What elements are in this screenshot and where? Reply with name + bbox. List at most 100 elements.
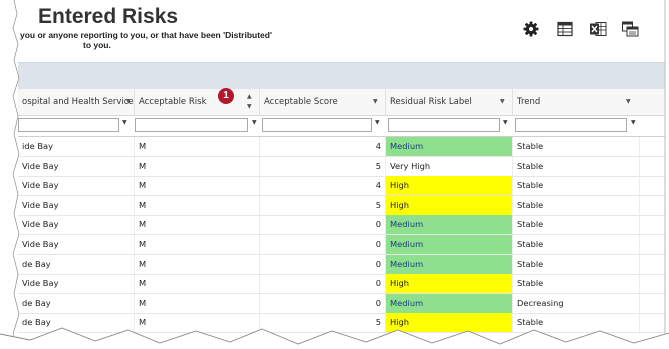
filter-dropdown-icon[interactable]: ▼: [631, 119, 636, 126]
cell-residual-risk-label: High: [386, 313, 513, 333]
cell-acceptable-score: 0: [260, 235, 386, 254]
cell-residual-risk-label: High: [386, 274, 513, 294]
filter-input-hospital-service[interactable]: [18, 118, 119, 132]
column-header-residual-risk-label[interactable]: Residual Risk Label ▼: [386, 89, 513, 115]
filter-input-residual-risk-label[interactable]: [388, 118, 500, 132]
cell-residual-risk-label: Medium: [386, 137, 513, 156]
column-header-label: Acceptable Risk: [139, 97, 207, 107]
filter-input-trend[interactable]: [515, 118, 627, 132]
table-row[interactable]: Vide Bay M 5 Very High Stable: [18, 156, 665, 177]
cell-acceptable-risk: M: [135, 156, 260, 176]
cell-acceptable-risk: M: [135, 235, 260, 254]
cell-acceptable-risk: M: [135, 254, 260, 274]
column-header-hospital-service[interactable]: ospital and Health Service ▼: [18, 89, 135, 115]
column-menu-icon[interactable]: ▼: [500, 89, 505, 115]
cell-trend: Stable: [513, 254, 640, 274]
cell-hospital-service: Vide Bay: [18, 215, 135, 235]
cell-acceptable-risk: M: [135, 274, 260, 294]
cell-trend: Stable: [513, 176, 640, 196]
page-title: Entered Risks: [38, 5, 179, 28]
column-header-label: Acceptable Score: [264, 97, 338, 107]
cell-trend: Stable: [513, 274, 640, 294]
cell-acceptable-risk: M: [135, 195, 260, 215]
filter-dropdown-icon[interactable]: ▼: [252, 119, 257, 126]
cell-hospital-service: Vide Bay: [18, 156, 135, 176]
table-row[interactable]: Vide Bay M 4 High Stable: [18, 176, 665, 197]
cell-residual-risk-label: High: [386, 176, 513, 196]
cell-acceptable-risk: M: [135, 293, 260, 313]
table-row[interactable]: ide Bay M 4 Medium Stable: [18, 137, 665, 157]
settings-button[interactable]: [521, 19, 541, 39]
filter-dropdown-icon[interactable]: ▼: [122, 119, 127, 126]
sort-arrow-icon[interactable]: ▼: [126, 89, 131, 115]
entered-risks-panel: Entered Risks you or anyone reporting to…: [0, 0, 669, 349]
filter-input-acceptable-score[interactable]: [262, 118, 372, 132]
cell-acceptable-score: 4: [260, 137, 386, 156]
cell-hospital-service: ide Bay: [18, 137, 135, 156]
column-header-trend[interactable]: Trend ▼: [513, 89, 640, 115]
table-row[interactable]: de Bay M 5 High Stable: [18, 313, 665, 334]
cell-acceptable-score: 5: [260, 195, 386, 215]
cell-hospital-service: de Bay: [18, 293, 135, 313]
cell-residual-risk-label: Medium: [386, 254, 513, 274]
group-by-bar[interactable]: [18, 62, 665, 90]
filter-dropdown-icon[interactable]: ▼: [503, 119, 508, 126]
cell-residual-risk-label: Medium: [386, 235, 513, 254]
column-header-acceptable-score[interactable]: Acceptable Score ▼: [260, 89, 386, 115]
cell-acceptable-score: 4: [260, 176, 386, 196]
excel-icon: [590, 22, 607, 36]
cell-hospital-service: Vide Bay: [18, 176, 135, 196]
page-subtitle: you or anyone reporting to you, or that …: [20, 30, 272, 40]
table-row[interactable]: Vide Bay M 0 Medium Stable: [18, 235, 665, 255]
table-row[interactable]: Vide Bay M 5 High Stable: [18, 195, 665, 216]
cell-acceptable-score: 0: [260, 274, 386, 294]
cell-hospital-service: de Bay: [18, 313, 135, 333]
column-header-label: Trend: [517, 97, 541, 107]
filter-row: ▼ ▼ ▼ ▼ ▼: [18, 116, 665, 137]
cell-acceptable-risk: M: [135, 215, 260, 235]
column-menu-icon[interactable]: ▼: [373, 89, 378, 115]
table-row[interactable]: Vide Bay M 0 High Stable: [18, 274, 665, 295]
gear-icon: [523, 21, 539, 37]
cell-trend: Decreasing: [513, 293, 640, 313]
cell-acceptable-score: 0: [260, 293, 386, 313]
step-marker-badge: 1: [218, 88, 234, 104]
cell-residual-risk-label: Very High: [386, 156, 513, 176]
table-row[interactable]: Vide Bay M 0 Medium Stable: [18, 215, 665, 236]
cell-trend: Stable: [513, 215, 640, 235]
filter-input-acceptable-risk[interactable]: [135, 118, 248, 132]
cell-hospital-service: de Bay: [18, 254, 135, 274]
cell-acceptable-score: 5: [260, 313, 386, 333]
cell-residual-risk-label: Medium: [386, 293, 513, 313]
column-header-label: Residual Risk Label: [390, 97, 472, 107]
cell-acceptable-score: 5: [260, 156, 386, 176]
cell-hospital-service: Vide Bay: [18, 235, 135, 254]
cell-acceptable-risk: M: [135, 137, 260, 156]
cell-acceptable-score: 0: [260, 254, 386, 274]
sort-toggle-icon[interactable]: ▲ ▼: [247, 92, 252, 112]
table-icon: [557, 21, 573, 37]
grid-header: ospital and Health Service ▼ Acceptable …: [18, 89, 665, 116]
cell-hospital-service: Vide Bay: [18, 195, 135, 215]
export-excel-button[interactable]: [588, 19, 608, 39]
cell-trend: Stable: [513, 235, 640, 254]
cell-residual-risk-label: High: [386, 195, 513, 215]
column-menu-icon[interactable]: ▼: [626, 89, 631, 115]
column-header-label: ospital and Health Service: [22, 97, 134, 107]
table-row[interactable]: de Bay M 0 Medium Stable: [18, 254, 665, 275]
cell-residual-risk-label: Medium: [386, 215, 513, 235]
cell-trend: Stable: [513, 156, 640, 176]
cell-acceptable-risk: M: [135, 313, 260, 333]
layout-button[interactable]: [620, 19, 640, 39]
cell-trend: Stable: [513, 195, 640, 215]
cell-acceptable-risk: M: [135, 176, 260, 196]
window-layout-icon: [622, 21, 639, 37]
cell-trend: Stable: [513, 313, 640, 333]
cell-trend: Stable: [513, 137, 640, 156]
cell-hospital-service: Vide Bay: [18, 274, 135, 294]
filter-dropdown-icon[interactable]: ▼: [375, 119, 380, 126]
cell-acceptable-score: 0: [260, 215, 386, 235]
table-row[interactable]: de Bay M 0 Medium Decreasing: [18, 293, 665, 314]
column-header-acceptable-risk[interactable]: Acceptable Risk ▲ ▼: [135, 89, 260, 115]
grid-view-button[interactable]: [555, 19, 575, 39]
